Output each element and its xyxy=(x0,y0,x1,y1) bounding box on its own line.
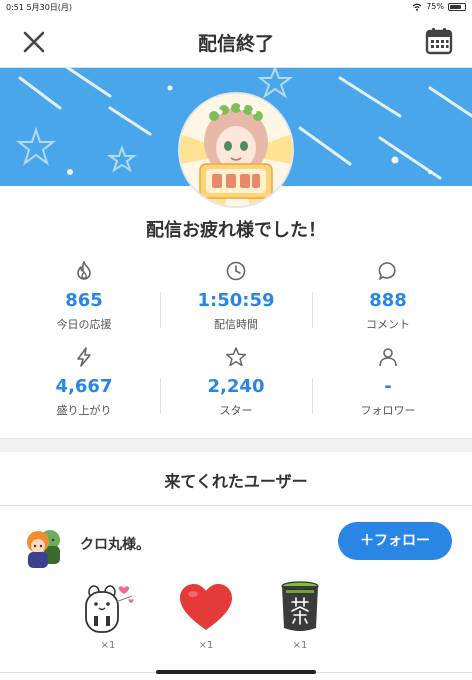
stat-comments: 888 コメント xyxy=(312,252,464,336)
stat-stars: 2,240 スター xyxy=(160,338,312,422)
tea-gift-icon xyxy=(281,581,319,631)
nav-bar: 配信終了 xyxy=(0,14,472,68)
flame-icon xyxy=(77,261,91,280)
lightning-icon xyxy=(77,347,91,367)
page-title: 配信終了 xyxy=(197,33,274,55)
battery-level xyxy=(450,4,461,9)
status-time: 0:51 xyxy=(6,3,24,12)
battery-icon xyxy=(448,2,466,11)
stat-divider xyxy=(160,378,161,414)
stat-excitement-label: 盛り上がり xyxy=(56,404,112,417)
stat-excitement-value: 4,667 xyxy=(55,376,113,397)
calendar-icon[interactable] xyxy=(424,26,454,56)
stat-comments-label: コメント xyxy=(366,318,410,331)
gift-count: ×1 xyxy=(198,640,214,651)
rabbit-gift-icon xyxy=(85,585,134,633)
heart-gift-icon xyxy=(180,584,232,630)
stat-support: 865 今日の応援 xyxy=(8,252,160,336)
status-time-date: 0:51 5月30日(月) xyxy=(6,2,72,13)
stat-divider xyxy=(312,292,313,328)
stat-comments-value: 888 xyxy=(369,290,407,311)
gift-list: ×1 ×1 ×1 xyxy=(0,578,472,668)
stat-support-label: 今日の応援 xyxy=(56,318,112,331)
stat-stars-value: 2,240 xyxy=(207,376,265,397)
stat-duration-label: 配信時間 xyxy=(214,318,258,331)
stream-finished-message: 配信お疲れ様でした！ xyxy=(146,220,326,241)
status-date: 5月30日(月) xyxy=(26,3,73,12)
battery-percent: 75% xyxy=(426,2,444,11)
home-indicator[interactable] xyxy=(156,670,316,674)
star-icon xyxy=(225,347,247,367)
stat-followers: - フォロワー xyxy=(312,338,464,422)
gift-item: ×1 xyxy=(78,580,138,651)
stat-divider xyxy=(160,292,161,328)
gift-count: ×1 xyxy=(100,640,116,651)
visitors-section-title: 来てくれたユーザー xyxy=(164,472,308,491)
status-right: 75% xyxy=(412,2,466,11)
stat-divider xyxy=(312,378,313,414)
follow-button[interactable]: ＋フォロー xyxy=(338,522,452,560)
status-bar: 0:51 5月30日(月) 75% xyxy=(0,0,472,14)
visitors-section-header: 来てくれたユーザー xyxy=(0,452,472,506)
stat-duration: 1:50:59 配信時間 xyxy=(160,252,312,336)
clock-icon xyxy=(226,261,246,281)
visitor-row: クロ丸様。 ＋フォロー xyxy=(0,506,472,578)
streamer-avatar xyxy=(178,92,294,208)
stat-excitement: 4,667 盛り上がり xyxy=(8,338,160,422)
section-divider-band xyxy=(0,438,472,452)
stat-stars-label: スター xyxy=(219,404,253,417)
gift-item: ×1 xyxy=(270,580,330,651)
stat-duration-value: 1:50:59 xyxy=(197,290,275,311)
stat-followers-label: フォロワー xyxy=(360,404,416,417)
gift-count: ×1 xyxy=(292,640,308,651)
stat-support-value: 865 xyxy=(65,290,103,311)
user-name[interactable]: クロ丸様。 xyxy=(80,534,150,554)
comment-icon xyxy=(378,262,396,280)
stat-followers-value: - xyxy=(384,376,392,397)
birthday-avatar-illustration xyxy=(180,94,292,206)
gift-item: ×1 xyxy=(176,580,236,651)
user-avatar[interactable] xyxy=(20,522,68,570)
wifi-icon xyxy=(412,3,422,11)
person-icon xyxy=(379,348,397,367)
